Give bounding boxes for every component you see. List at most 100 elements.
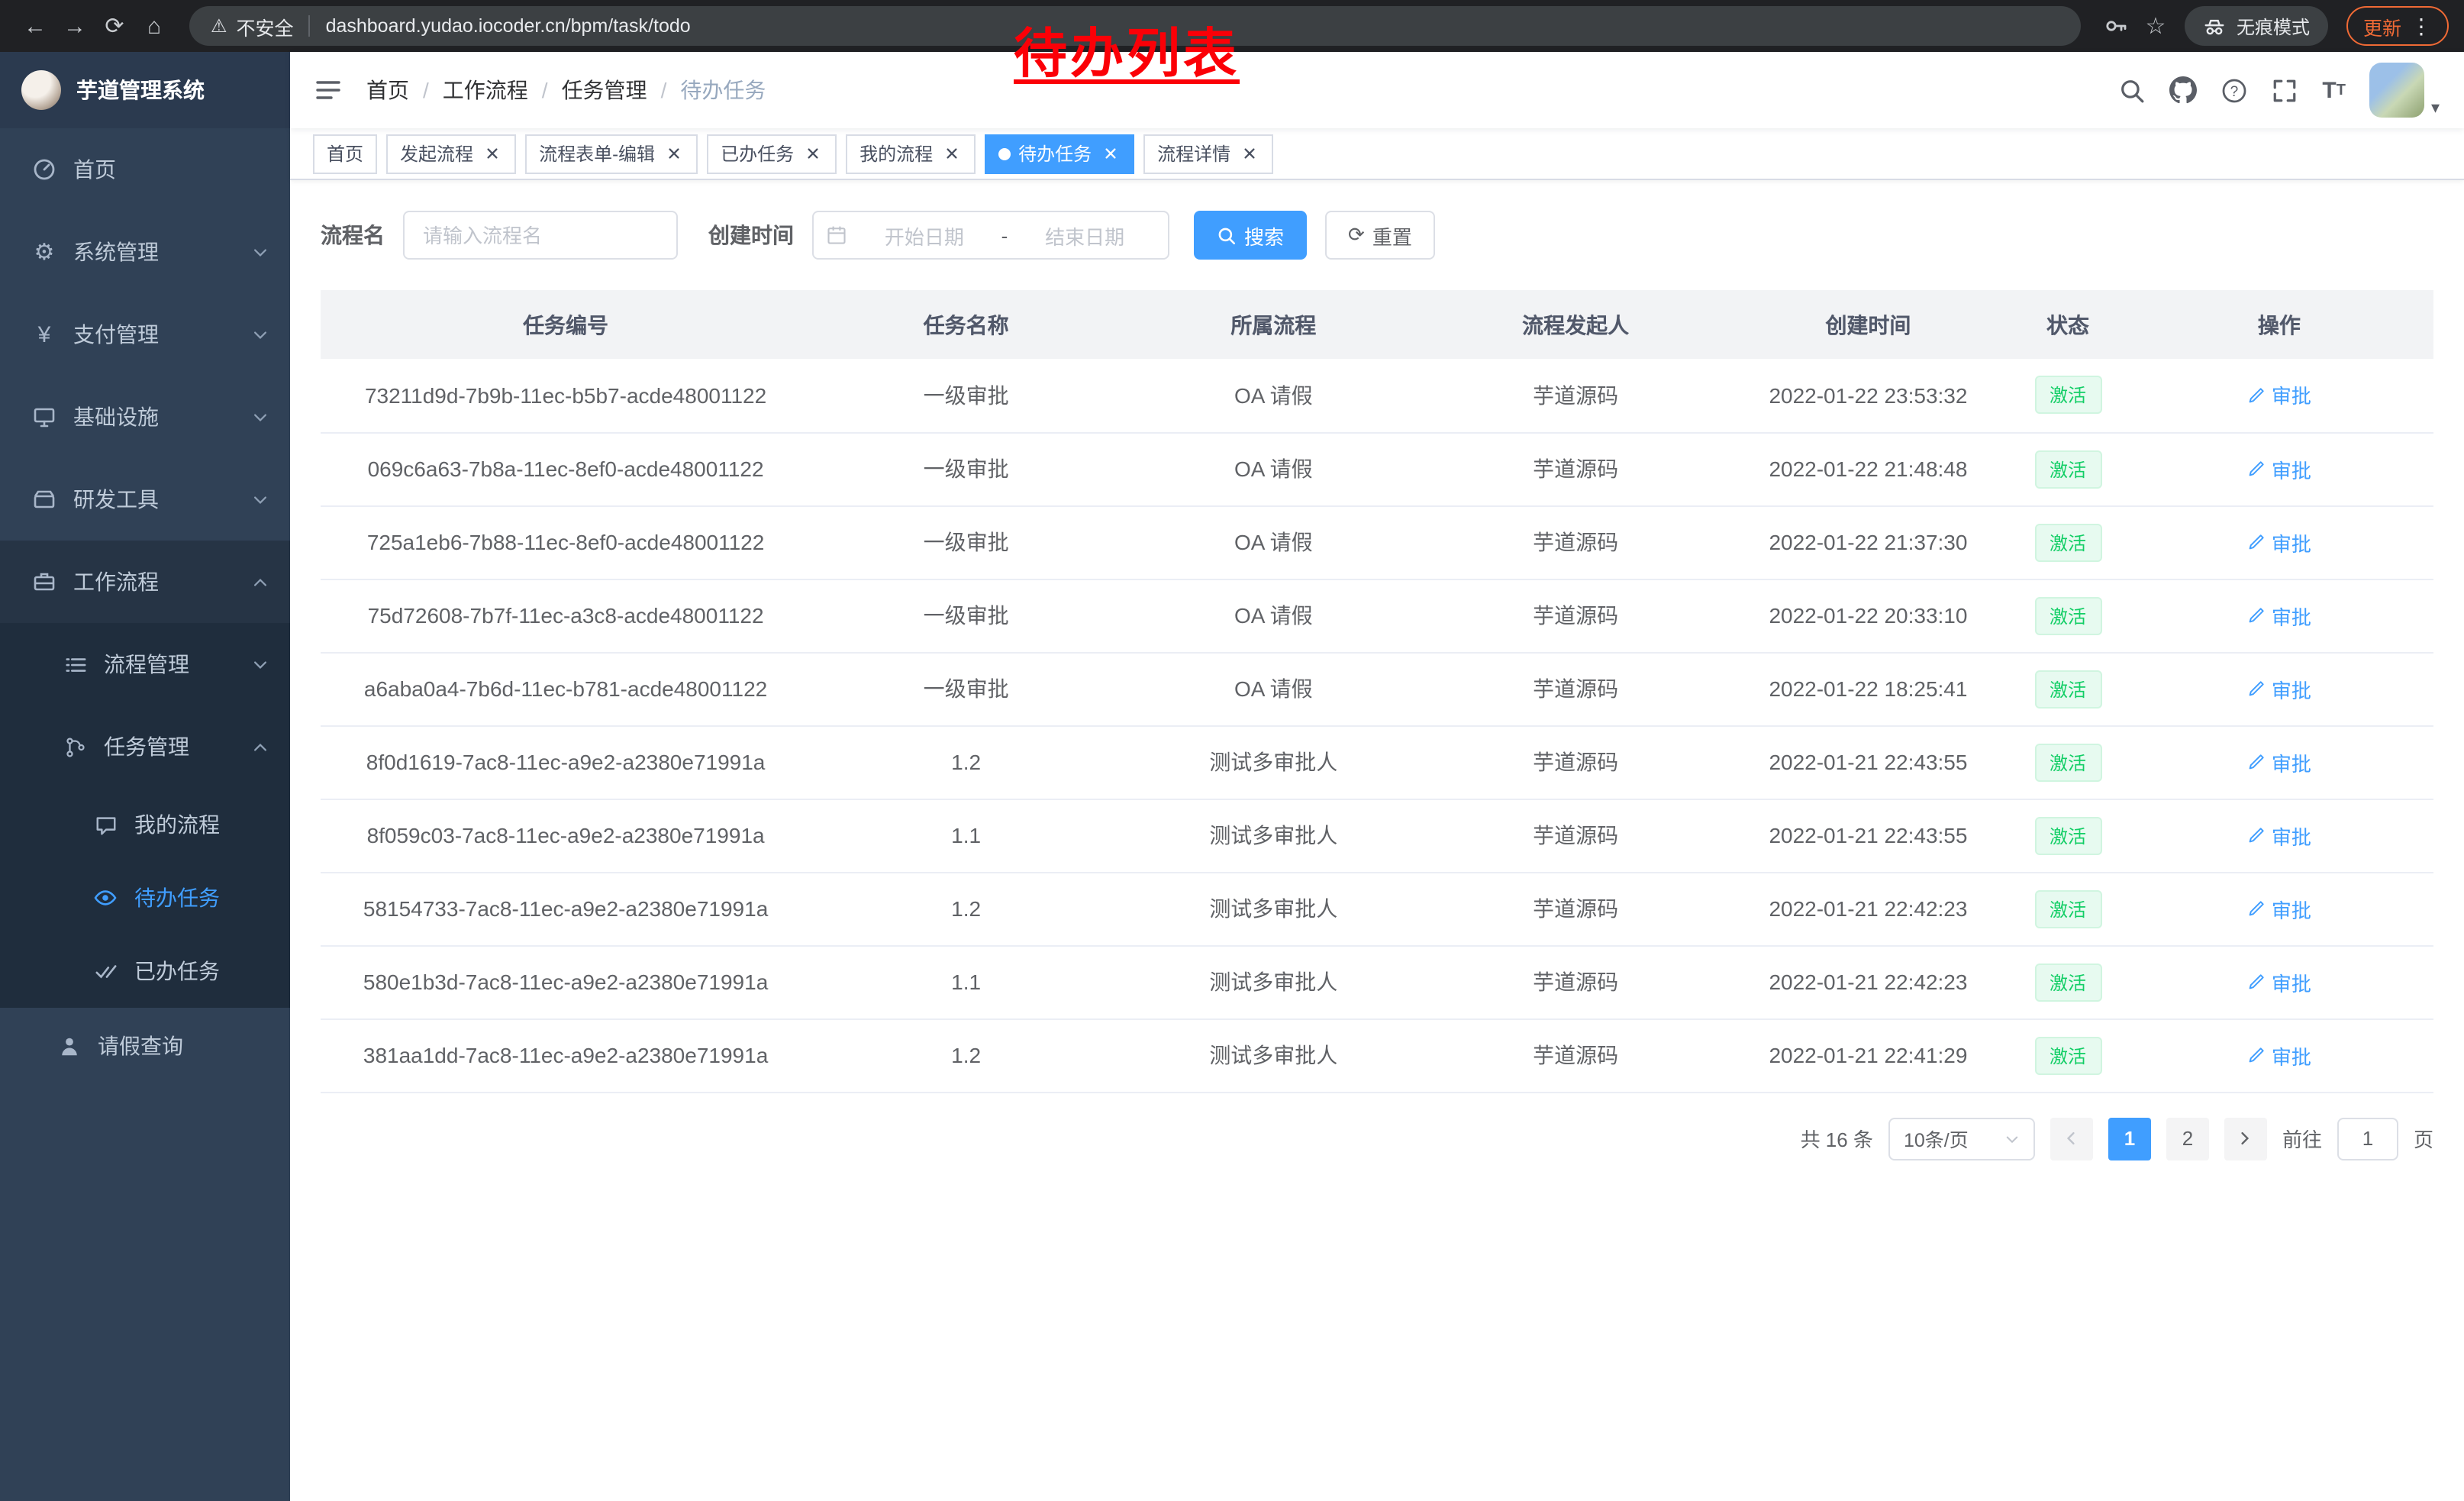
approve-button[interactable]: 审批: [2247, 894, 2311, 923]
browser-reload-icon[interactable]: ⟳: [95, 6, 134, 46]
actions-cell: 审批: [2125, 872, 2433, 945]
bookmark-star-icon[interactable]: ☆: [2136, 6, 2175, 46]
update-chip[interactable]: 更新 ⋮: [2346, 6, 2449, 46]
end-date-placeholder[interactable]: 结束日期: [1014, 221, 1156, 250]
sidebar-item-todo-tasks[interactable]: 待办任务: [0, 861, 290, 934]
chevron-up-icon: [252, 738, 269, 755]
tab-close-icon[interactable]: [940, 143, 962, 164]
tab-label: 流程表单-编辑: [539, 140, 655, 166]
start-date-placeholder[interactable]: 开始日期: [853, 221, 995, 250]
table-row[interactable]: 8f059c03-7ac8-11ec-a9e2-a2380e71991a 1.1…: [321, 799, 2433, 872]
tab-close-icon[interactable]: [1099, 143, 1121, 164]
fullscreen-icon[interactable]: [2272, 77, 2298, 103]
approve-button[interactable]: 审批: [2247, 747, 2311, 776]
sidebar-item-devtools[interactable]: 研发工具: [0, 458, 290, 541]
approve-button[interactable]: 审批: [2247, 967, 2311, 996]
sidebar-item-done-tasks[interactable]: 已办任务: [0, 934, 290, 1008]
breadcrumb-separator: /: [661, 78, 667, 102]
table-row[interactable]: 580e1b3d-7ac8-11ec-a9e2-a2380e71991a 1.1…: [321, 945, 2433, 1018]
starter-cell: 芋道源码: [1426, 725, 1726, 799]
tab-close-icon[interactable]: [481, 143, 502, 164]
tab[interactable]: 发起流程: [386, 134, 516, 173]
incognito-icon: [2203, 15, 2226, 37]
goto-page-input[interactable]: [2337, 1117, 2398, 1160]
browser-forward-icon[interactable]: →: [55, 6, 95, 46]
browser-home-icon[interactable]: ⌂: [134, 6, 174, 46]
table-row[interactable]: 58154733-7ac8-11ec-a9e2-a2380e71991a 1.2…: [321, 872, 2433, 945]
search-button[interactable]: 搜索: [1194, 211, 1307, 260]
created-time-cell: 2022-01-22 23:53:32: [1726, 359, 2011, 432]
browser-back-icon[interactable]: ←: [15, 6, 55, 46]
sidebar-item-home[interactable]: 首页: [0, 128, 290, 211]
tab[interactable]: 首页: [313, 134, 377, 173]
table-row[interactable]: 725a1eb6-7b88-11ec-8ef0-acde48001122 一级审…: [321, 505, 2433, 579]
table-row[interactable]: 069c6a63-7b8a-11ec-8ef0-acde48001122 一级审…: [321, 432, 2433, 505]
process-name-input[interactable]: [403, 211, 678, 260]
tab-close-icon[interactable]: [1238, 143, 1259, 164]
approve-button[interactable]: 审批: [2247, 454, 2311, 483]
table-row[interactable]: 8f0d1619-7ac8-11ec-a9e2-a2380e71991a 1.2…: [321, 725, 2433, 799]
task-id-cell: 73211d9d-7b9b-11ec-b5b7-acde48001122: [321, 359, 811, 432]
reset-button[interactable]: ⟳ 重置: [1325, 211, 1435, 260]
breadcrumb-workflow[interactable]: 工作流程: [443, 75, 528, 105]
created-time-cell: 2022-01-21 22:43:55: [1726, 799, 2011, 872]
github-icon[interactable]: [2169, 76, 2197, 104]
eye-icon: [92, 886, 119, 910]
approve-button-label: 审批: [2272, 747, 2311, 776]
status-badge: 激活: [2034, 816, 2101, 854]
search-icon[interactable]: [2119, 77, 2145, 103]
sidebar-item-task-mgmt[interactable]: 任务管理: [0, 705, 290, 788]
app-logo[interactable]: 芋道管理系统: [0, 52, 290, 128]
table-row[interactable]: 381aa1dd-7ac8-11ec-a9e2-a2380e71991a 1.2…: [321, 1018, 2433, 1092]
starter-cell: 芋道源码: [1426, 505, 1726, 579]
tab-close-icon[interactable]: [801, 143, 823, 164]
approve-button[interactable]: 审批: [2247, 1041, 2311, 1070]
logo-image: [21, 70, 61, 110]
process-cell: 测试多审批人: [1121, 945, 1426, 1018]
table-row[interactable]: 73211d9d-7b9b-11ec-b5b7-acde48001122 一级审…: [321, 359, 2433, 432]
page-button-2[interactable]: 2: [2166, 1117, 2209, 1160]
approve-button[interactable]: 审批: [2247, 381, 2311, 410]
dashboard-icon: [31, 157, 58, 182]
table-row[interactable]: a6aba0a4-7b6d-11ec-b781-acde48001122 一级审…: [321, 652, 2433, 725]
page-button-1[interactable]: 1: [2108, 1117, 2151, 1160]
tab[interactable]: 我的流程: [846, 134, 976, 173]
password-key-icon[interactable]: [2096, 6, 2136, 46]
tab-label: 已办任务: [721, 140, 794, 166]
tab[interactable]: 待办任务: [985, 134, 1134, 173]
font-size-icon[interactable]: TT: [2322, 77, 2346, 103]
sidebar-item-workflow[interactable]: 工作流程: [0, 541, 290, 623]
sidebar-item-payment[interactable]: ¥ 支付管理: [0, 293, 290, 376]
sidebar-collapse-icon[interactable]: [314, 76, 342, 104]
breadcrumb-task-mgmt[interactable]: 任务管理: [562, 75, 647, 105]
tab-close-icon[interactable]: [663, 143, 684, 164]
approve-button[interactable]: 审批: [2247, 528, 2311, 557]
status-cell: 激活: [2011, 945, 2124, 1018]
sidebar-item-my-process[interactable]: 我的流程: [0, 788, 290, 861]
app-frame: 芋道管理系统 首页 ⚙ 系统管理 ¥ 支付管理: [0, 52, 2464, 1501]
date-range-picker[interactable]: 开始日期 - 结束日期: [812, 211, 1169, 260]
avatar[interactable]: [2370, 63, 2425, 118]
approve-button[interactable]: 审批: [2247, 821, 2311, 850]
approve-button[interactable]: 审批: [2247, 674, 2311, 703]
sidebar-item-infra[interactable]: 基础设施: [0, 376, 290, 458]
next-page-button[interactable]: [2224, 1117, 2267, 1160]
status-badge: 激活: [2034, 670, 2101, 708]
total-count: 共 16 条: [1801, 1124, 1873, 1153]
user-menu[interactable]: ▾: [2370, 63, 2440, 118]
toolbox-icon: [31, 487, 58, 512]
tab[interactable]: 流程表单-编辑: [525, 134, 698, 173]
prev-page-button[interactable]: [2050, 1117, 2093, 1160]
sidebar-item-process-mgmt[interactable]: 流程管理: [0, 623, 290, 705]
help-icon[interactable]: ?: [2221, 77, 2247, 103]
tab[interactable]: 流程详情: [1143, 134, 1273, 173]
sidebar-item-system[interactable]: ⚙ 系统管理: [0, 211, 290, 293]
search-button-label: 搜索: [1244, 221, 1284, 250]
tab[interactable]: 已办任务: [707, 134, 837, 173]
page-size-select[interactable]: 10条/页: [1888, 1117, 2035, 1160]
browser-menu-icon[interactable]: ⋮: [2411, 13, 2432, 39]
table-row[interactable]: 75d72608-7b7f-11ec-a3c8-acde48001122 一级审…: [321, 579, 2433, 652]
sidebar-item-leave-query[interactable]: 请假查询: [0, 1008, 290, 1084]
approve-button[interactable]: 审批: [2247, 601, 2311, 630]
breadcrumb-home[interactable]: 首页: [366, 75, 409, 105]
